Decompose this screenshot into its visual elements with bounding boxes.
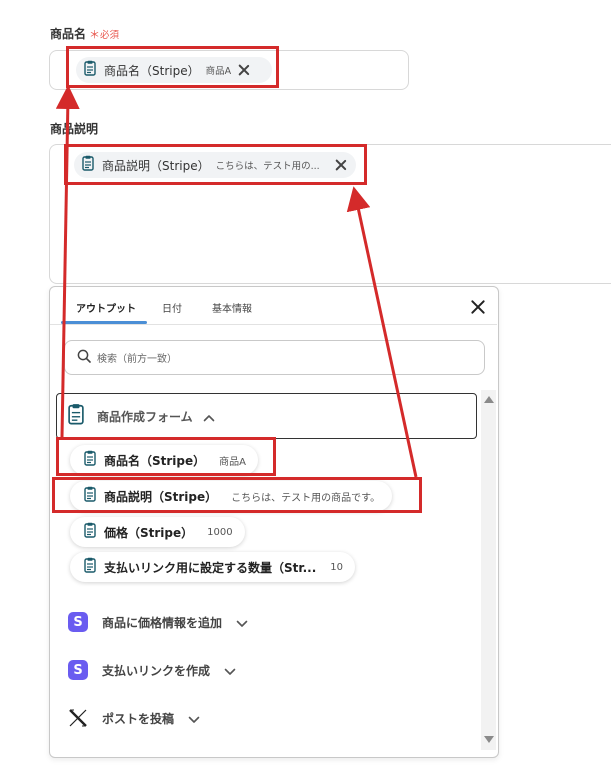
search-icon: [77, 348, 91, 367]
service-row-create-payment-link[interactable]: S 支払いリンクを作成: [68, 660, 236, 680]
service-row-add-price[interactable]: S 商品に価格情報を追加: [68, 612, 248, 632]
highlight-box-output-product-description: [52, 477, 422, 513]
stripe-icon: S: [68, 660, 88, 680]
output-item-quantity[interactable]: 支払いリンク用に設定する数量（Str... 10: [70, 552, 355, 582]
clipboard-icon: [65, 402, 87, 430]
chevron-down-icon: [236, 613, 248, 632]
chevron-up-icon: [203, 407, 215, 426]
output-item-price[interactable]: 価格（Stripe） 1000: [70, 517, 245, 547]
product-name-label-text: 商品名: [50, 27, 87, 41]
clipboard-icon: [82, 522, 98, 542]
x-logo-icon: [68, 708, 88, 728]
clipboard-icon: [82, 557, 98, 577]
required-text: 必須: [100, 30, 120, 41]
output-item-value: 10: [330, 561, 343, 573]
tab-output[interactable]: アウトプット: [76, 300, 136, 315]
output-item-value: 1000: [207, 526, 233, 538]
group-title: 商品作成フォーム: [97, 409, 193, 424]
scrollbar[interactable]: [481, 390, 496, 750]
highlight-box-product-description: [64, 144, 367, 185]
service-label: 支払いリンクを作成: [102, 663, 211, 678]
close-icon[interactable]: [470, 299, 486, 315]
highlight-box-product-name: [66, 46, 279, 88]
highlight-box-output-product-name: [56, 437, 276, 476]
tab-date[interactable]: 日付: [162, 300, 182, 315]
required-star: ＊: [89, 28, 101, 41]
chevron-down-icon: [224, 661, 236, 680]
product-name-label: 商品名 ＊必須: [50, 25, 119, 42]
output-item-name: 価格（Stripe）: [104, 525, 194, 540]
group-header-product-form[interactable]: 商品作成フォーム: [56, 393, 477, 439]
output-item-name: 支払いリンク用に設定する数量（Str...: [104, 560, 317, 575]
service-label: ポストを投稿: [102, 711, 175, 726]
chevron-down-icon: [188, 709, 200, 728]
stripe-icon: S: [68, 612, 88, 632]
service-row-post-tweet[interactable]: ポストを投稿: [68, 708, 200, 728]
tabs-divider: [50, 324, 497, 325]
search-input[interactable]: 検索（前方一致）: [64, 340, 485, 375]
scroll-down-icon[interactable]: [484, 736, 494, 743]
scroll-up-icon[interactable]: [484, 396, 494, 403]
tab-basic-info[interactable]: 基本情報: [212, 300, 252, 315]
service-label: 商品に価格情報を追加: [102, 615, 223, 630]
product-description-label: 商品説明: [50, 122, 99, 136]
search-placeholder: 検索（前方一致）: [97, 354, 177, 365]
